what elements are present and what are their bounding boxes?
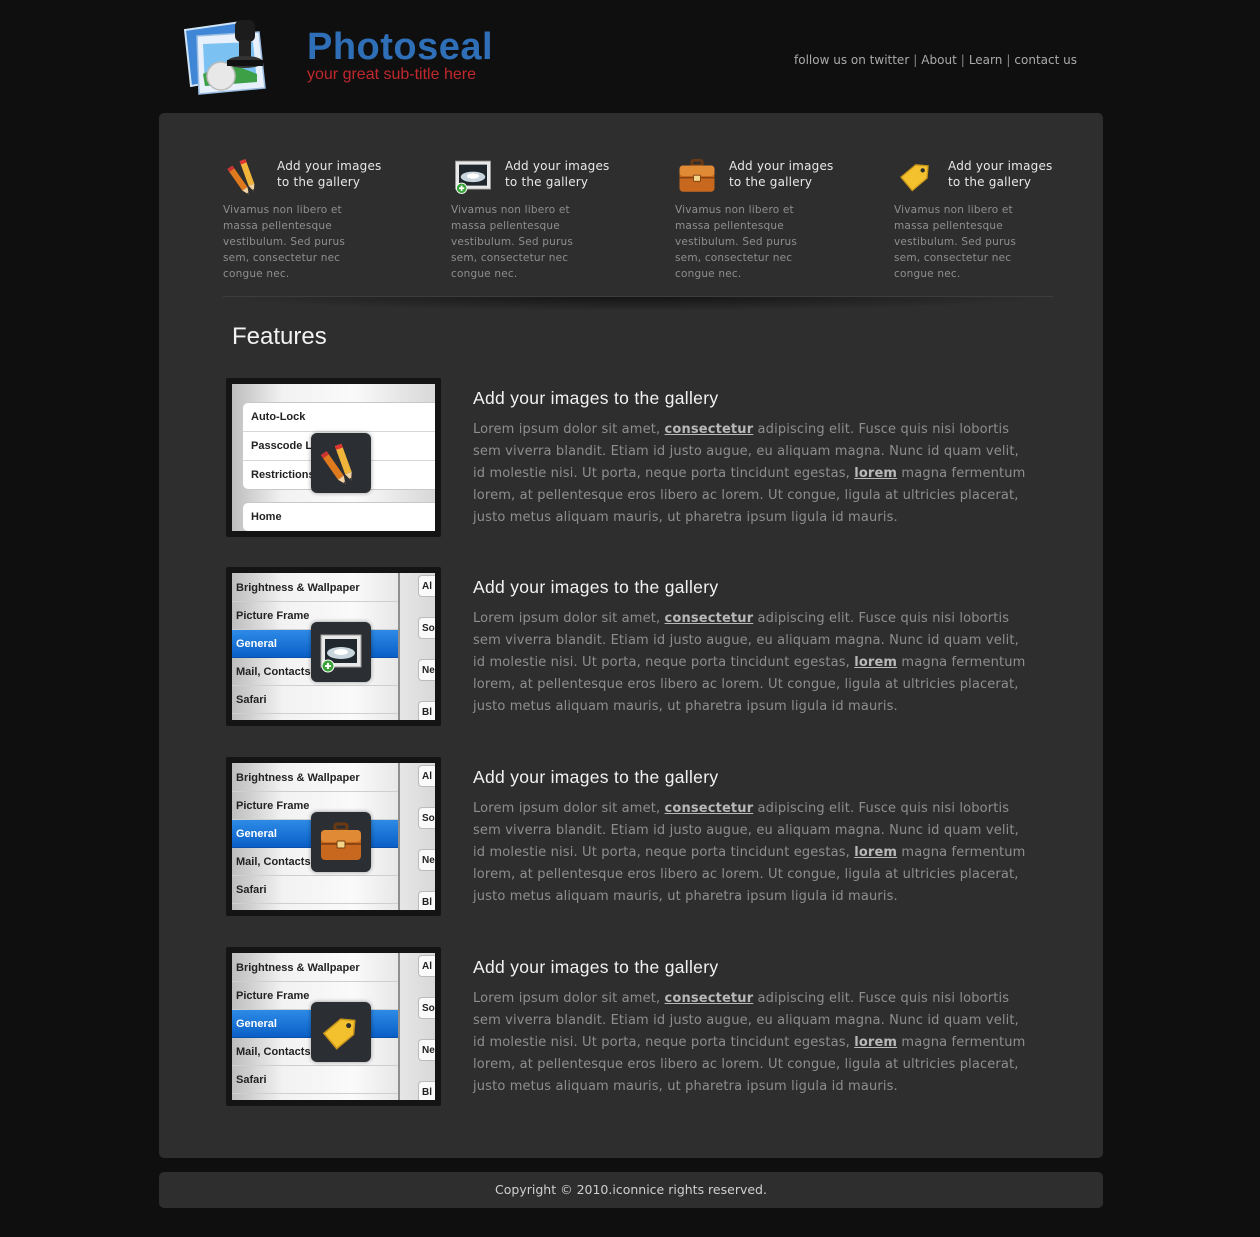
consectetur-link[interactable]: consectetur xyxy=(665,801,754,816)
promo-title[interactable]: Add your images to the gallery xyxy=(277,158,387,190)
feature-text-part: Lorem ipsum dolor sit amet, xyxy=(473,611,665,626)
promo-text: Vivamus non libero et massa pellentesque… xyxy=(223,204,346,280)
feature-text-part: Lorem ipsum dolor sit amet, xyxy=(473,801,665,816)
promo-text: Vivamus non libero et massa pellentesque… xyxy=(675,204,798,280)
feature-title[interactable]: Add your images to the gallery xyxy=(473,957,1033,978)
feature-thumbnail[interactable]: Brightness & Wallpaper Picture Frame Gener… xyxy=(226,757,441,916)
consectetur-link[interactable]: consectetur xyxy=(665,611,754,626)
top-nav: follow us on twitter | About | Learn | contact… xyxy=(794,53,1077,67)
pane-divider xyxy=(398,573,400,720)
feature-title[interactable]: Add your images to the gallery xyxy=(473,767,1033,788)
settings-toggle-fragment: Bl xyxy=(418,1081,435,1100)
briefcase-icon xyxy=(675,155,719,197)
nav-link-about[interactable]: About xyxy=(921,53,956,67)
settings-row: Auto-Lock xyxy=(243,403,435,432)
briefcase-icon xyxy=(311,812,371,872)
promo-strip: Add your images to the gallery Vivamus n… xyxy=(223,153,1053,280)
promo-title[interactable]: Add your images to the gallery xyxy=(948,158,1058,190)
features-heading: Features xyxy=(232,323,327,350)
settings-toggle-fragment: Bl xyxy=(418,891,435,910)
feature-body: Add your images to the gallery Lorem ipsu… xyxy=(473,567,1033,718)
feature-body: Add your images to the gallery Lorem ipsu… xyxy=(473,757,1033,908)
feature-text: Lorem ipsum dolor sit amet, consectetur … xyxy=(473,608,1033,718)
brand: Photoseal your great sub-title here xyxy=(307,26,493,84)
settings-row: Home xyxy=(251,511,282,523)
nav-separator: | xyxy=(1006,53,1011,67)
main-panel: Add your images to the gallery Vivamus n… xyxy=(159,113,1103,1158)
pane-divider xyxy=(398,763,400,910)
lorem-link[interactable]: lorem xyxy=(854,655,897,670)
lorem-link[interactable]: lorem xyxy=(854,1035,897,1050)
settings-toggle-fragment: So xyxy=(418,807,435,829)
settings-row: Brightness & Wallpaper xyxy=(232,574,398,602)
feature-row: Brightness & Wallpaper Picture Frame Gener… xyxy=(226,947,1026,1107)
image-add-icon xyxy=(451,155,495,197)
brand-title[interactable]: Photoseal xyxy=(307,26,493,68)
consectetur-link[interactable]: consectetur xyxy=(665,991,754,1006)
feature-title[interactable]: Add your images to the gallery xyxy=(473,388,1033,409)
promo-text: Vivamus non libero et massa pellentesque… xyxy=(894,204,1017,280)
feature-body: Add your images to the gallery Lorem ipsu… xyxy=(473,378,1033,529)
settings-toggle-fragment: Bl xyxy=(418,701,435,720)
feature-text-part: Lorem ipsum dolor sit amet, xyxy=(473,991,665,1006)
pencils-icon xyxy=(311,433,371,493)
settings-toggle-fragment: Al xyxy=(418,765,435,787)
feature-text: Lorem ipsum dolor sit amet, consectetur … xyxy=(473,798,1033,908)
nav-link-twitter[interactable]: follow us on twitter xyxy=(794,53,909,67)
feature-row: Brightness & Wallpaper Picture Frame Gener… xyxy=(226,757,1026,917)
settings-row: Safari xyxy=(232,876,398,904)
settings-screenshot: Brightness & Wallpaper Picture Frame Gener… xyxy=(232,763,435,910)
settings-screenshot: Auto-Lock Passcode Lock Restrictions Home xyxy=(232,384,435,531)
promo-title[interactable]: Add your images to the gallery xyxy=(505,158,615,190)
settings-row: Brightness & Wallpaper xyxy=(232,954,398,982)
settings-row: Brightness & Wallpaper xyxy=(232,764,398,792)
feature-thumbnail[interactable]: Auto-Lock Passcode Lock Restrictions Home xyxy=(226,378,441,537)
promo-text: Vivamus non libero et massa pellentesque… xyxy=(451,204,574,280)
settings-toggle-fragment: Al xyxy=(418,955,435,977)
tag-icon xyxy=(894,155,938,197)
feature-row: Auto-Lock Passcode Lock Restrictions Home A… xyxy=(226,378,1026,538)
feature-text: Lorem ipsum dolor sit amet, consectetur … xyxy=(473,419,1033,529)
pane-divider xyxy=(398,953,400,1100)
settings-row: Safari xyxy=(232,1066,398,1094)
feature-thumbnail[interactable]: Brightness & Wallpaper Picture Frame Gener… xyxy=(226,947,441,1106)
nav-link-contact[interactable]: contact us xyxy=(1014,53,1077,67)
feature-body: Add your images to the gallery Lorem ipsu… xyxy=(473,947,1033,1098)
settings-group: Home xyxy=(242,502,435,531)
settings-toggle-fragment: Ne xyxy=(418,1039,435,1061)
feature-title[interactable]: Add your images to the gallery xyxy=(473,577,1033,598)
settings-row: Safari xyxy=(232,686,398,714)
consectetur-link[interactable]: consectetur xyxy=(665,422,754,437)
lorem-link[interactable]: lorem xyxy=(854,845,897,860)
settings-toggle-fragment: Ne xyxy=(418,849,435,871)
image-add-icon xyxy=(311,622,371,682)
lorem-link[interactable]: lorem xyxy=(854,466,897,481)
brand-subtitle: your great sub-title here xyxy=(307,66,476,83)
settings-toggle-fragment: So xyxy=(418,997,435,1019)
settings-toggle-fragment: Ne xyxy=(418,659,435,681)
nav-separator: | xyxy=(913,53,918,67)
feature-thumbnail[interactable]: Brightness & Wallpaper Picture Frame Gener… xyxy=(226,567,441,726)
settings-toggle-fragment: Al xyxy=(418,575,435,597)
settings-screenshot: Brightness & Wallpaper Picture Frame Gener… xyxy=(232,573,435,720)
nav-link-learn[interactable]: Learn xyxy=(969,53,1003,67)
feature-text-part: Lorem ipsum dolor sit amet, xyxy=(473,422,665,437)
pencils-icon xyxy=(223,155,267,197)
logo-icon[interactable] xyxy=(183,14,293,100)
settings-screenshot: Brightness & Wallpaper Picture Frame Gener… xyxy=(232,953,435,1100)
settings-toggle-fragment: So xyxy=(418,617,435,639)
promo-title[interactable]: Add your images to the gallery xyxy=(729,158,839,190)
feature-text: Lorem ipsum dolor sit amet, consectetur … xyxy=(473,988,1033,1098)
nav-separator: | xyxy=(960,53,965,67)
tag-icon xyxy=(311,1002,371,1062)
section-divider xyxy=(223,296,1053,311)
footer: Copyright © 2010.iconnice rights reserve… xyxy=(159,1172,1103,1208)
copyright-text: Copyright © 2010.iconnice rights reserve… xyxy=(495,1182,767,1197)
feature-row: Brightness & Wallpaper Picture Frame Gener… xyxy=(226,567,1026,727)
